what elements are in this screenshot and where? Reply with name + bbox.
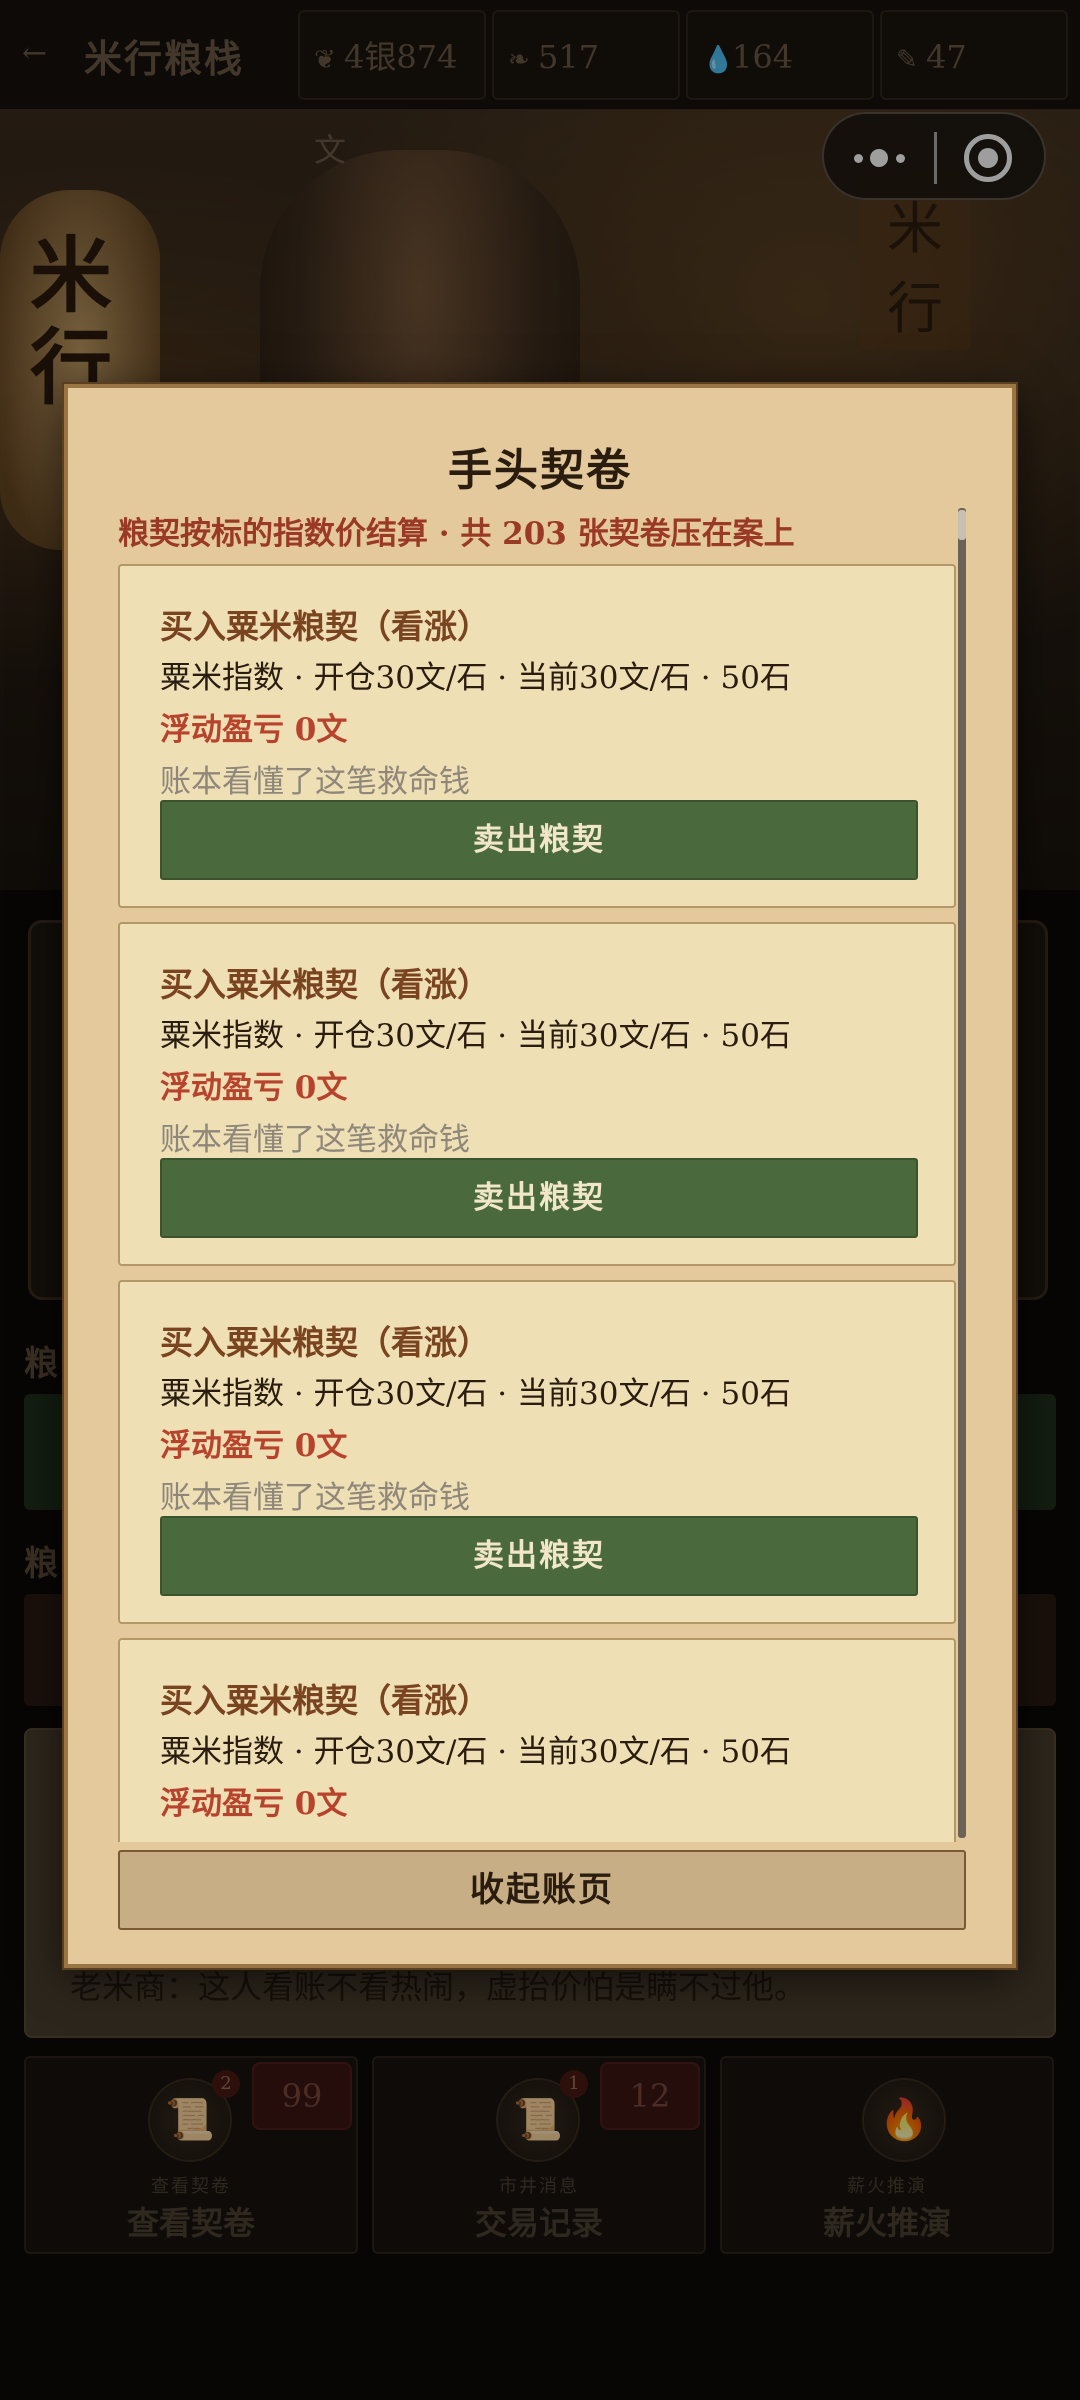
contracts-modal: 手头契卷 粮契按标的指数价结算 · 共 203 张契卷压在案上 买入粟米粮契（看… [64,384,1016,1968]
contract-detail: 粟米指数 · 开仓30文/石 · 当前30文/石 · 50石 [160,1018,791,1054]
contract-card: 买入粟米粮契（看涨） 粟米指数 · 开仓30文/石 · 当前30文/石 · 50… [118,564,956,908]
sell-contract-button[interactable]: 卖出粮契 [160,800,918,880]
contract-title: 买入粟米粮契（看涨） [160,1681,490,1720]
modal-summary: 粮契按标的指数价结算 · 共 203 张契卷压在案上 [118,516,795,552]
sell-contract-button[interactable]: 卖出粮契 [160,1158,918,1238]
contract-title: 买入粟米粮契（看涨） [160,965,490,1004]
contract-detail: 粟米指数 · 开仓30文/石 · 当前30文/石 · 50石 [160,1734,791,1770]
contract-list[interactable]: 买入粟米粮契（看涨） 粟米指数 · 开仓30文/石 · 当前30文/石 · 50… [118,564,970,1842]
contract-title: 买入粟米粮契（看涨） [160,607,490,646]
contract-card: 买入粟米粮契（看涨） 粟米指数 · 开仓30文/石 · 当前30文/石 · 50… [118,922,956,1266]
contract-pnl: 浮动盈亏 0文 [160,1428,348,1464]
contract-pnl: 浮动盈亏 0文 [160,1786,348,1822]
contract-card: 买入粟米粮契（看涨） 粟米指数 · 开仓30文/石 · 当前30文/石 · 50… [118,1638,956,1842]
contract-detail: 粟米指数 · 开仓30文/石 · 当前30文/石 · 50石 [160,1376,791,1412]
contract-card: 买入粟米粮契（看涨） 粟米指数 · 开仓30文/石 · 当前30文/石 · 50… [118,1280,956,1624]
contract-note: 账本看懂了这笔救命钱 [160,1122,470,1158]
contract-pnl: 浮动盈亏 0文 [160,712,348,748]
modal-title: 手头契卷 [448,445,632,496]
contract-note: 账本看懂了这笔救命钱 [160,1480,470,1516]
collapse-ledger-button[interactable]: 收起账页 [118,1850,966,1930]
contract-note: 账本看懂了这笔救命钱 [160,764,470,800]
scrollbar-thumb[interactable] [958,510,966,540]
contract-detail: 粟米指数 · 开仓30文/石 · 当前30文/石 · 50石 [160,660,791,696]
sell-contract-button[interactable]: 卖出粮契 [160,1516,918,1596]
contract-pnl: 浮动盈亏 0文 [160,1070,348,1106]
contract-title: 买入粟米粮契（看涨） [160,1323,490,1362]
